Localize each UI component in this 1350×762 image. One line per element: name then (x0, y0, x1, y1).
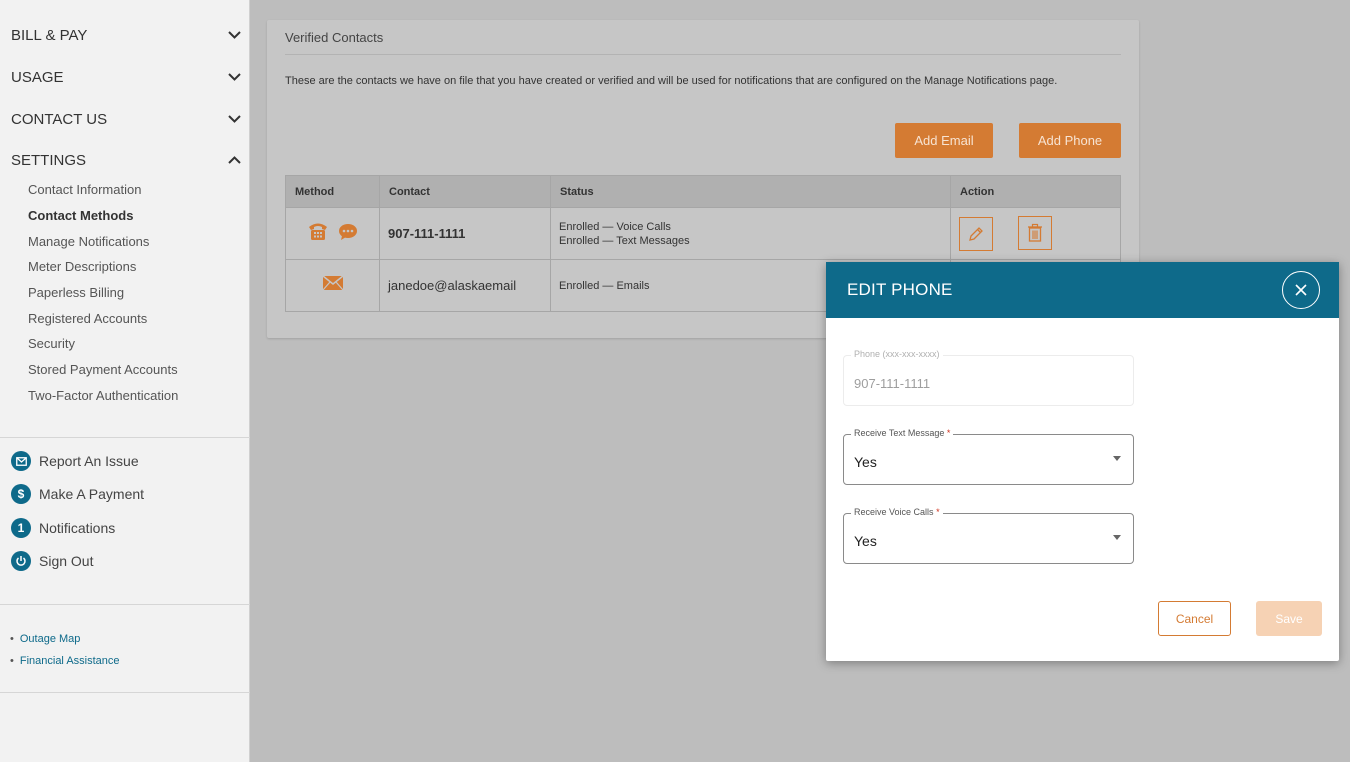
action-label: Make A Payment (39, 486, 145, 502)
divider (285, 54, 1121, 55)
field-label: Receive Text Message * (851, 428, 954, 438)
status-line: Enrolled — Voice Calls (559, 220, 671, 233)
report-issue-link[interactable]: Report An Issue (11, 450, 139, 472)
label-text: Receive Text Message (854, 428, 945, 438)
contact-cell: 907-111-1111 (379, 207, 551, 260)
column-header: Contact (379, 175, 551, 208)
required-mark: * (946, 428, 951, 438)
notifications-link[interactable]: 1 Notifications (11, 517, 115, 539)
receive-text-select[interactable]: Receive Text Message * Yes (843, 428, 1134, 485)
pencil-icon (969, 227, 983, 241)
column-header: Action (950, 175, 1121, 208)
column-header: Method (285, 175, 380, 208)
sign-out-link[interactable]: Sign Out (11, 550, 93, 572)
nav-bill-pay[interactable]: BILL & PAY (11, 21, 241, 49)
nav-contact-us[interactable]: CONTACT US (11, 105, 241, 133)
sidebar-item-contact-information[interactable]: Contact Information (28, 177, 238, 203)
card-description: These are the contacts we have on file t… (285, 75, 1058, 87)
method-cell (285, 207, 380, 260)
field-label: Phone (xxx-xxx-xxxx) (851, 349, 943, 359)
chevron-down-icon (227, 70, 241, 84)
receive-voice-select[interactable]: Receive Voice Calls * Yes (843, 507, 1134, 564)
sidebar: BILL & PAY USAGE CONTACT US SETTINGS Con… (0, 0, 250, 762)
table-header-row: Method Contact Status Action (285, 175, 1121, 208)
close-icon (1295, 284, 1307, 296)
footer-link-financial-assistance[interactable]: • Financial Assistance (10, 650, 120, 672)
nav-usage[interactable]: USAGE (11, 63, 241, 91)
sidebar-item-stored-payment-accounts[interactable]: Stored Payment Accounts (28, 357, 238, 383)
edit-phone-dialog: EDIT PHONE Phone (xxx-xxx-xxxx) 907-111-… (826, 262, 1339, 661)
table-row: 907-111-1111 Enrolled — Voice Calls Enro… (285, 207, 1121, 260)
status-cell: Enrolled — Voice Calls Enrolled — Text M… (550, 207, 951, 260)
dropdown-arrow-icon (1113, 535, 1121, 540)
sidebar-item-two-factor-authentication[interactable]: Two-Factor Authentication (28, 383, 238, 409)
sidebar-item-paperless-billing[interactable]: Paperless Billing (28, 280, 238, 306)
footer-link-outage-map[interactable]: • Outage Map (10, 628, 120, 650)
status-line: Enrolled — Text Messages (559, 234, 690, 247)
power-icon (11, 551, 31, 571)
divider (0, 692, 250, 693)
column-header: Status (550, 175, 951, 208)
add-email-button[interactable]: Add Email (895, 123, 993, 158)
save-button[interactable]: Save (1256, 601, 1322, 636)
add-phone-button[interactable]: Add Phone (1019, 123, 1121, 158)
nav-label: BILL & PAY (11, 26, 88, 44)
action-label: Sign Out (39, 553, 94, 569)
nav-label: USAGE (11, 68, 64, 86)
action-cell (950, 207, 1121, 260)
phone-field: Phone (xxx-xxx-xxxx) 907-111-1111 (843, 349, 1134, 406)
sidebar-item-registered-accounts[interactable]: Registered Accounts (28, 305, 238, 331)
dropdown-arrow-icon (1113, 456, 1121, 461)
sidebar-item-manage-notifications[interactable]: Manage Notifications (28, 228, 238, 254)
cancel-button[interactable]: Cancel (1158, 601, 1231, 636)
chevron-down-icon (227, 28, 241, 42)
footer-links: • Outage Map • Financial Assistance (10, 628, 120, 672)
envelope-icon (322, 275, 344, 296)
select-value: Yes (854, 454, 877, 470)
sidebar-item-meter-descriptions[interactable]: Meter Descriptions (28, 254, 238, 280)
divider (0, 604, 250, 605)
delete-button[interactable] (1018, 216, 1053, 250)
link-label: Outage Map (19, 633, 81, 645)
dialog-title: EDIT PHONE (847, 280, 953, 299)
field-label: Receive Voice Calls * (851, 507, 943, 517)
settings-submenu: Contact Information Contact Methods Mana… (28, 177, 238, 408)
close-button[interactable] (1282, 271, 1320, 309)
select-value: Yes (854, 533, 877, 549)
envelope-icon (11, 451, 31, 471)
chat-icon (338, 223, 358, 246)
required-mark: * (936, 507, 940, 517)
method-cell (285, 259, 380, 312)
edit-button[interactable] (959, 217, 993, 251)
nav-label: SETTINGS (11, 151, 87, 169)
nav-settings[interactable]: SETTINGS (11, 146, 241, 174)
chevron-down-icon (227, 112, 241, 126)
make-payment-link[interactable]: $ Make A Payment (11, 483, 144, 505)
link-label: Financial Assistance (19, 655, 120, 667)
divider (0, 437, 250, 438)
action-label: Notifications (39, 520, 116, 536)
action-label: Report An Issue (39, 453, 139, 469)
phone-value: 907-111-1111 (854, 376, 931, 391)
notification-count-icon: 1 (11, 518, 31, 538)
phone-icon (307, 221, 329, 246)
dialog-header: EDIT PHONE (826, 262, 1339, 318)
sidebar-item-security[interactable]: Security (28, 331, 238, 357)
sidebar-item-contact-methods[interactable]: Contact Methods (28, 203, 238, 229)
trash-icon (1028, 223, 1043, 242)
nav-label: CONTACT US (11, 110, 108, 128)
bullet: • (10, 633, 14, 645)
dollar-icon: $ (11, 484, 31, 504)
label-text: Receive Voice Calls (854, 507, 934, 517)
chevron-up-icon (227, 153, 241, 167)
card-title: Verified Contacts (285, 30, 384, 45)
bullet: • (10, 655, 14, 667)
contact-cell: janedoe@alaskaemail (379, 259, 551, 312)
